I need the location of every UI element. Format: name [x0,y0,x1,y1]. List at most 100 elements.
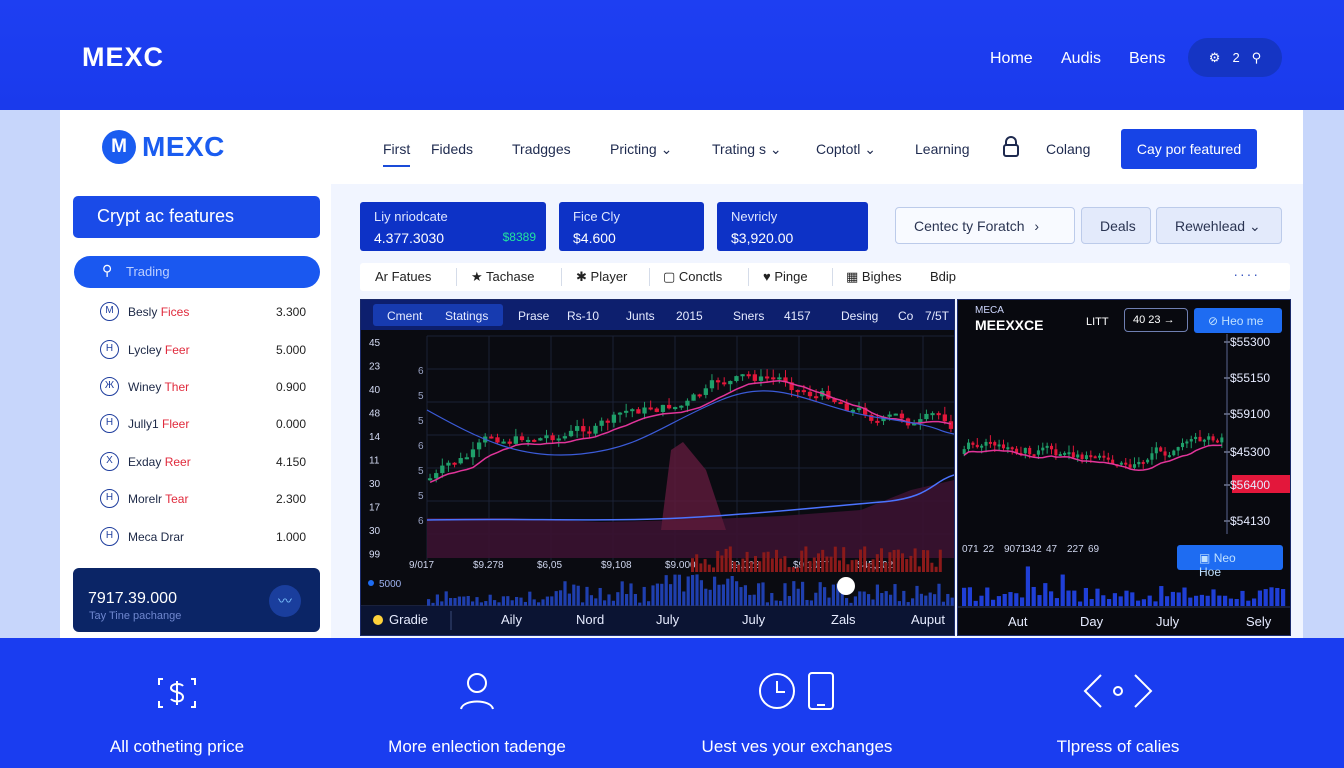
tab-tachase[interactable]: ★ Tachase [471,269,534,285]
search-icon: ⚲ [102,262,113,278]
nav-label: Trating s [712,141,766,157]
top-nav-audis[interactable]: Audis [1061,50,1101,68]
candle [962,449,966,454]
market-row[interactable]: H Meca Drar 1.000 [100,527,310,547]
sidebar-title[interactable]: Crypt ac features [73,196,320,238]
code-icon [1073,665,1163,721]
market-row[interactable]: H Morelr Tear 2.300 [100,489,310,509]
search-forward-button[interactable]: Centec ty Foratch › [895,207,1075,244]
stat-card-1[interactable]: Liy nriodcate 4.377.3030 $8389 [360,202,546,251]
price-chart-main[interactable]: Cment Statings Prase Rs-10 Junts 2015 Sn… [360,299,955,636]
chart-tab-statings[interactable]: Statings [445,309,488,323]
stat-card-2[interactable]: Fice Cly $4.600 [559,202,704,251]
home-button[interactable]: ⊘ Heo me [1194,308,1282,333]
volume-bar [677,574,681,606]
feature-price[interactable]: All cotheting price [27,665,327,757]
range-selector[interactable]: 40 23 → [1124,308,1188,332]
chart-tab-value[interactable]: 4157 [784,309,811,323]
volume-bar [996,596,1001,606]
chart-tab-period[interactable]: 7/5T [925,309,949,323]
candle [617,412,623,415]
market-row[interactable]: H Lycley Feer 5.000 [100,340,310,360]
feature-label: All cotheting price [109,737,245,756]
feature-exchanges[interactable]: Uest ves your exchanges [647,665,947,757]
volume-bar [682,591,686,606]
volume-bar [919,593,923,606]
more-icon[interactable]: ···· [1233,266,1260,282]
volume-bar [796,588,800,606]
nav-tradgges[interactable]: Tradgges [512,141,571,157]
volume-bar [743,585,747,606]
candle [525,439,531,442]
stat-card-3[interactable]: Nevricly $3,920.00 [717,202,868,251]
candle [734,376,739,382]
cta-button[interactable]: Cay por featured [1121,129,1257,169]
tab-label: Player [590,269,628,284]
nav-learning[interactable]: Learning [915,141,970,157]
tab-player[interactable]: ✱ Player [576,269,627,285]
feature-selection[interactable]: More enlection tadenge [327,665,627,757]
top-nav-home[interactable]: Home [990,50,1033,68]
nav-coptotl[interactable]: Coptotl ⌄ [816,141,876,158]
gear-icon[interactable]: ⚙ [1209,50,1221,66]
deals-button[interactable]: Deals [1081,207,1151,244]
nav-colang[interactable]: Colang [1046,141,1090,157]
nav-fideds[interactable]: Fideds [431,141,473,157]
candle [519,436,525,441]
brand-logo[interactable]: MEXC [82,42,164,73]
nav-tratings[interactable]: Trating s ⌄ [712,141,782,158]
nav-pricting[interactable]: Pricting ⌄ [610,141,672,158]
top-icon-group[interactable]: ⚙ 2 ⚲ [1188,38,1282,77]
sidebar-search[interactable]: ⚲ Trading [74,256,320,288]
feature-calies[interactable]: Tlpress of calies [968,665,1268,757]
chart-tab-cment[interactable]: Cment [387,309,422,323]
chart-tab-junts[interactable]: Junts [626,309,655,323]
tab-pinge[interactable]: ♥ Pinge [763,269,808,284]
market-value: 0.000 [275,417,306,431]
nav-first[interactable]: First [383,141,411,167]
volume-bar [859,549,862,572]
slider-handle [837,577,855,595]
tab-bighes[interactable]: ▦ Bighes [846,269,902,285]
tab-conctls[interactable]: ▢ Conctls [663,269,722,285]
volume-bar [1083,587,1088,606]
candle [703,388,708,395]
volume-bar [585,586,589,606]
candle [507,441,512,444]
candle [1215,440,1219,443]
candle [630,409,635,412]
download-dropdown[interactable]: Rewehlead ⌄ [1156,207,1282,244]
chart-tab-desing[interactable]: Desing [841,309,878,323]
info-label: 342 [1025,544,1042,555]
tab-features[interactable]: Ar Fatues [375,269,431,284]
candle [489,436,494,439]
market-row[interactable]: H Jully1 Fleer 0.000 [100,414,310,434]
chart-tab-co[interactable]: Co [898,309,913,323]
candle [801,390,807,393]
chart-tab-prase[interactable]: Prase [518,309,549,323]
chart-tab-rs10[interactable]: Rs-10 [567,309,599,323]
trend-icon[interactable]: 〰 [269,585,301,617]
market-row[interactable]: Ж Winey Ther 0.900 [100,377,310,397]
x-tick-label: $9.278 [473,560,504,571]
candle [1167,455,1171,458]
info-label: 9071 [1004,544,1027,555]
market-row[interactable]: X Exday Reer 4.150 [100,452,310,472]
lock-icon[interactable] [1002,136,1020,163]
chart-tab-year[interactable]: 2015 [676,309,703,323]
volume-bar [930,562,934,572]
search-icon[interactable]: ⚲ [1252,50,1262,66]
market-row[interactable]: M Besly Fices 3.300 [100,302,310,322]
price-chart-side[interactable]: MECA MEEXXCE LITT 40 23 → ⊘ Heo me ▣ Neo… [957,299,1291,636]
volume-bar [1153,601,1158,606]
market-tag: Fleer [162,417,190,431]
tab-bdip[interactable]: Bdip [930,269,956,284]
volume-bar [739,587,743,606]
volume-bar [1199,594,1204,606]
app-logo[interactable]: MEXC [142,131,225,163]
chart-tab-sners[interactable]: Sners [733,309,764,323]
volume-bar [541,599,545,606]
stat-value: $3,920.00 [731,230,794,246]
volume-bar [475,597,479,606]
top-nav-bens[interactable]: Bens [1129,50,1165,68]
